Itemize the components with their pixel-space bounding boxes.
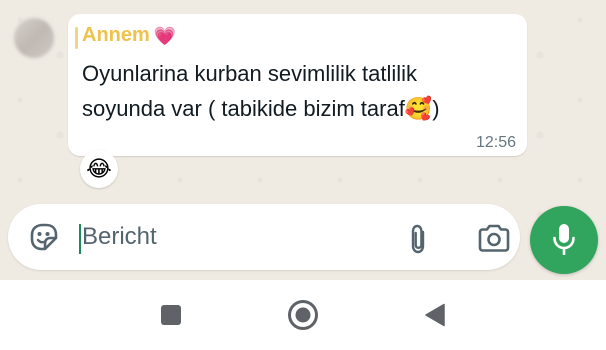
sender-accent-bar [75,27,78,49]
home-button[interactable] [285,297,321,333]
message-text-end: ) [432,96,440,121]
avatar[interactable] [14,18,54,58]
sender-name-row: Annem 💗 [82,24,176,47]
square-icon [161,305,181,325]
microphone-icon [553,224,575,255]
chat-area: Annem 💗 Oyunlarina kurban sevimlilik tat… [0,0,606,280]
message-text-line1: Oyunlarina kurban sevimlilik tatlilik [82,61,418,86]
recents-button[interactable] [153,297,189,333]
paperclip-icon[interactable] [406,224,432,254]
sender-name[interactable]: Annem [82,24,150,47]
message-text-line2: soyunda var ( tabikide bizim taraf [82,96,405,121]
back-button[interactable] [417,297,453,333]
message-composer [8,204,520,270]
message-input[interactable] [82,220,382,254]
triangle-back-icon [425,303,445,327]
message-text: Oyunlarina kurban sevimlilik tatlilik so… [82,56,512,126]
smiling-hearts-emoji: 🥰 [404,96,433,121]
message-bubble[interactable]: Annem 💗 Oyunlarina kurban sevimlilik tat… [68,14,527,156]
sticker-icon[interactable] [28,221,60,253]
reaction-badge[interactable]: 😂 [80,150,118,188]
mic-button[interactable] [530,206,598,274]
message-time: 12:56 [475,134,516,151]
heart-emoji: 💗 [153,25,177,46]
circle-icon [288,300,318,330]
system-nav-bar [0,280,606,350]
text-caret [79,224,81,254]
camera-icon[interactable] [477,224,511,252]
tears-of-joy-emoji: 😂 [86,156,112,181]
